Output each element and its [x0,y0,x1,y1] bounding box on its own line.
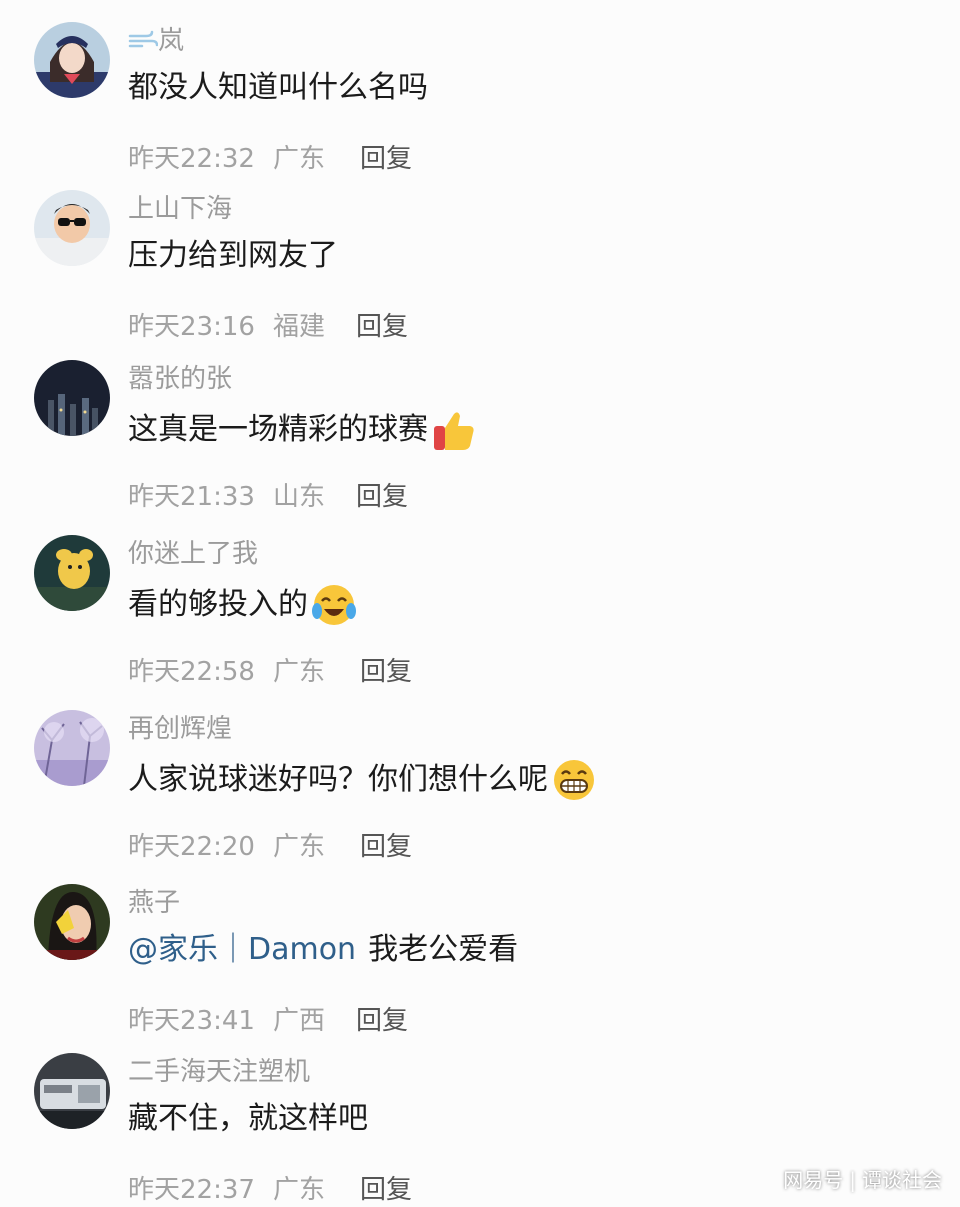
grinning-face-emoji [550,756,598,804]
reply-button[interactable]: 回复 [356,480,408,514]
user-avatar[interactable] [34,1053,110,1129]
comment-meta: 昨天23:41 广西 回复 [128,1004,408,1038]
comment-text: 人家说球迷好吗？你们想什么呢 [128,756,598,804]
thumbs-up-emoji [430,406,478,454]
comment-time: 昨天21:33 [128,482,255,512]
comment-time: 昨天22:20 [128,832,255,862]
comment-time: 昨天23:41 [128,1006,255,1036]
watermark: 网易号 | 谭谈社会 [783,1168,942,1192]
username[interactable]: 你迷上了我 [128,537,258,571]
reply-button[interactable]: 回复 [360,830,412,864]
user-avatar[interactable] [34,884,110,960]
comment-meta: 昨天22:32 广东 回复 [128,142,412,176]
comment-text: @家乐｜Damon 我老公爱看 [128,930,518,970]
comment-meta: 昨天22:20 广东 回复 [128,830,412,864]
comment-text: 压力给到网友了 [128,238,338,273]
reply-button[interactable]: 回复 [356,1004,408,1038]
comment-location: 福建 [272,312,325,342]
user-avatar[interactable] [34,190,110,266]
username[interactable]: 上山下海 [128,192,232,226]
comment-meta: 昨天22:37 广东 回复 [128,1173,412,1207]
comment-text: 藏不住，就这样吧 [128,1101,368,1136]
comment-time: 昨天22:58 [128,657,255,687]
comment-location: 广东 [272,144,325,174]
username[interactable]: 二手海天注塑机 [128,1055,310,1089]
user-avatar[interactable] [34,535,110,611]
comment-location: 广东 [272,832,325,862]
comment-meta: 昨天22:58 广东 回复 [128,655,412,689]
username[interactable]: 燕子 [128,886,180,920]
reply-button[interactable]: 回复 [356,310,408,344]
reply-button[interactable]: 回复 [360,1173,412,1207]
comment-text: 看的够投入的 [128,581,358,629]
comment-text: 都没人知道叫什么名吗 [128,70,428,105]
reply-button[interactable]: 回复 [360,142,412,176]
comment-location: 山东 [272,482,325,512]
comment-time: 昨天22:32 [128,144,255,174]
comment-time: 昨天23:16 [128,312,255,342]
reply-button[interactable]: 回复 [360,655,412,689]
user-avatar[interactable] [34,360,110,436]
comment-meta: 昨天21:33 山东 回复 [128,480,408,514]
user-avatar[interactable] [34,22,110,98]
comment-location: 广东 [272,657,325,687]
username[interactable]: 嚣张的张 [128,362,232,396]
user-avatar[interactable] [34,710,110,786]
tears-of-joy-emoji [310,581,358,629]
comment-location: 广西 [272,1006,325,1036]
wind-icon [128,27,159,51]
comment-meta: 昨天23:16 福建 回复 [128,310,408,344]
username[interactable]: 岚 [128,24,184,58]
comment-text: 这真是一场精彩的球赛 [128,406,478,454]
username[interactable]: 再创辉煌 [128,712,232,746]
mention-link[interactable]: @家乐｜Damon [128,930,356,970]
